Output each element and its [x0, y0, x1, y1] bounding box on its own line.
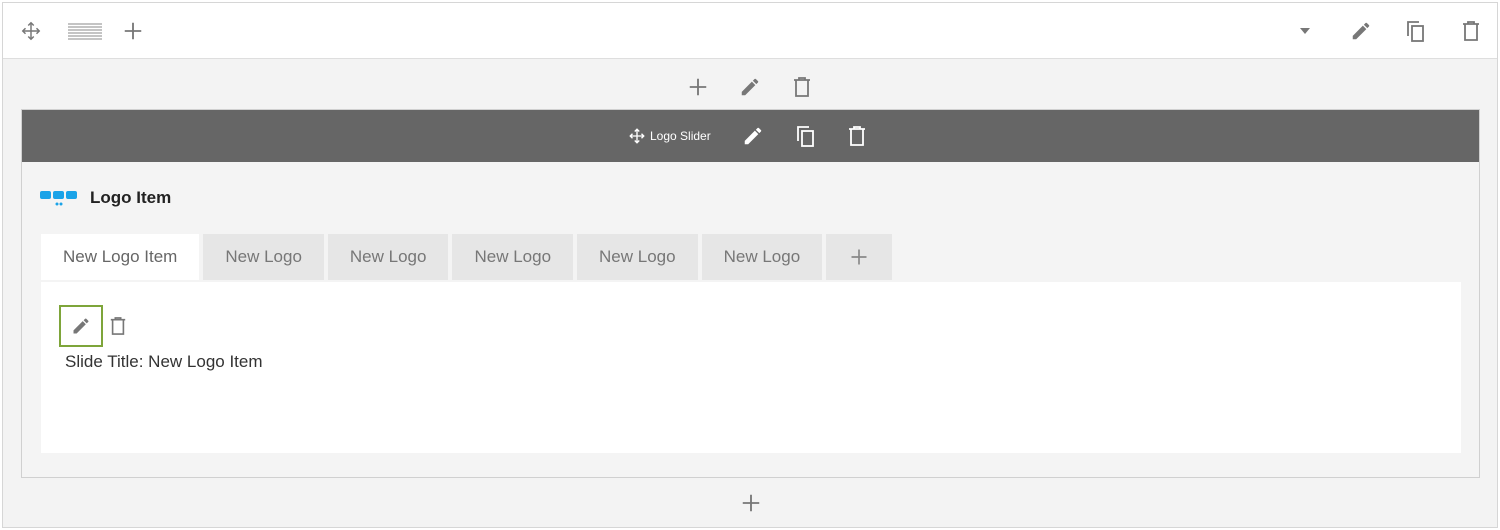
tab-new-logo-5[interactable]: New Logo — [701, 234, 823, 280]
module-pencil-icon[interactable] — [740, 123, 766, 149]
column-add-icon[interactable] — [684, 73, 712, 101]
move-icon[interactable] — [17, 17, 45, 45]
tab-content: Slide Title: New Logo Item — [41, 282, 1461, 453]
delete-item-trash-icon[interactable] — [107, 314, 129, 338]
column-trash-icon[interactable] — [788, 73, 816, 101]
row-toolbar — [3, 3, 1497, 59]
column-pencil-icon[interactable] — [736, 73, 764, 101]
tab-new-logo-3[interactable]: New Logo — [452, 234, 574, 280]
logo-tabs: New Logo Item New Logo New Logo New Logo… — [41, 234, 893, 280]
slide-title-label: Slide Title: — [65, 352, 144, 371]
module-title-handle[interactable]: Logo Slider — [628, 126, 711, 146]
slide-title-value: New Logo Item — [148, 352, 263, 371]
pencil-icon[interactable] — [1347, 17, 1375, 45]
module-title: Logo Slider — [650, 129, 711, 143]
tab-new-logo-item[interactable]: New Logo Item — [41, 234, 200, 280]
trash-icon[interactable] — [1457, 17, 1485, 45]
caret-down-icon[interactable] — [1291, 17, 1319, 45]
module-trash-icon[interactable] — [844, 123, 870, 149]
slide-title-line: Slide Title: New Logo Item — [65, 352, 263, 372]
add-tab-button[interactable] — [826, 234, 893, 280]
tab-new-logo-1[interactable]: New Logo — [203, 234, 324, 280]
move-icon — [628, 127, 646, 145]
copy-icon[interactable] — [1401, 17, 1429, 45]
layout-icon[interactable] — [67, 17, 103, 45]
row-bottom-add-icon[interactable] — [737, 489, 765, 517]
logo-grid-icon — [40, 189, 78, 207]
add-icon[interactable] — [119, 17, 147, 45]
module-copy-icon[interactable] — [792, 123, 818, 149]
module-bar: Logo Slider — [22, 110, 1479, 162]
logo-slider-module: Logo Slider Logo Item New Logo Item New … — [21, 109, 1480, 478]
tab-new-logo-2[interactable]: New Logo — [327, 234, 449, 280]
row-container: Logo Slider Logo Item New Logo Item New … — [2, 2, 1498, 528]
pencil-icon — [73, 318, 89, 334]
logo-item-heading: Logo Item — [90, 188, 172, 207]
add-icon — [851, 249, 867, 265]
edit-item-button[interactable] — [59, 305, 103, 347]
logo-item-header: Logo Item — [40, 188, 171, 208]
tab-new-logo-4[interactable]: New Logo — [577, 234, 698, 280]
